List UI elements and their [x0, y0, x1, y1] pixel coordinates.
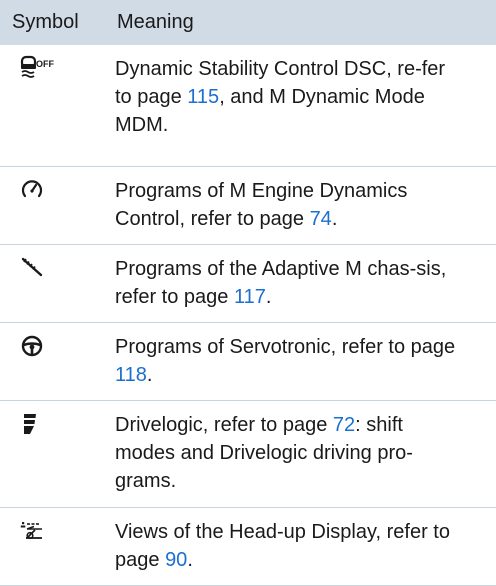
symbol-table: Symbol Meaning OFF Dynamic Stability Con…	[0, 0, 496, 586]
symbol-cell	[0, 508, 115, 585]
meaning-text-end: .	[146, 364, 153, 386]
meaning-text: Drivelogic, refer to page	[115, 414, 333, 436]
meaning-text: Programs of Servotronic, refer to page	[115, 336, 456, 358]
drivelogic-icon	[20, 411, 48, 437]
steering-wheel-icon	[20, 333, 48, 359]
table-header: Symbol Meaning	[0, 0, 496, 45]
meaning-text-end: .	[187, 549, 193, 571]
meaning-text: Programs of the Adaptive M chas-sis, ref…	[115, 258, 447, 308]
meaning-cell: Views of the Head-up Display, refer to p…	[115, 508, 496, 585]
meaning-cell: Drivelogic, refer to page 72: shift mode…	[115, 401, 496, 507]
meaning-text-end: .	[331, 208, 338, 230]
table-row: Programs of M Engine Dynamics Control, r…	[0, 167, 496, 245]
page-link[interactable]: 72	[333, 414, 355, 436]
meaning-text-end: .	[265, 286, 272, 308]
symbol-cell: OFF	[0, 45, 115, 166]
page-link[interactable]: 115	[187, 86, 219, 108]
symbol-cell	[0, 323, 115, 400]
meaning-cell: Programs of Servotronic, refer to page 1…	[115, 323, 496, 400]
head-up-display-icon	[20, 518, 48, 544]
table-row: Programs of the Adaptive M chas-sis, ref…	[0, 245, 496, 323]
symbol-column-header: Symbol	[12, 11, 79, 33]
page-link[interactable]: 118	[115, 364, 147, 386]
gauge-icon	[20, 177, 48, 203]
page-link[interactable]: 90	[165, 549, 187, 571]
meaning-cell: Programs of the Adaptive M chas-sis, ref…	[115, 245, 496, 322]
meaning-cell: Dynamic Stability Control DSC, re-fer to…	[115, 45, 496, 166]
table-row: OFF Dynamic Stability Control DSC, re-fe…	[0, 45, 496, 167]
dsc-off-label: OFF	[36, 59, 54, 69]
meaning-text: Programs of M Engine Dynamics Control, r…	[115, 180, 408, 230]
table-row: Views of the Head-up Display, refer to p…	[0, 508, 496, 586]
shock-absorber-icon	[20, 255, 48, 281]
page-link[interactable]: 117	[234, 286, 266, 308]
symbol-cell	[0, 401, 115, 507]
page-link[interactable]: 74	[310, 208, 332, 230]
table-row: Programs of Servotronic, refer to page 1…	[0, 323, 496, 401]
symbol-cell	[0, 245, 115, 322]
dsc-off-icon: OFF	[20, 55, 54, 81]
meaning-cell: Programs of M Engine Dynamics Control, r…	[115, 167, 496, 244]
meaning-column-header: Meaning	[117, 11, 194, 33]
table-row: Drivelogic, refer to page 72: shift mode…	[0, 401, 496, 508]
symbol-cell	[0, 167, 115, 244]
